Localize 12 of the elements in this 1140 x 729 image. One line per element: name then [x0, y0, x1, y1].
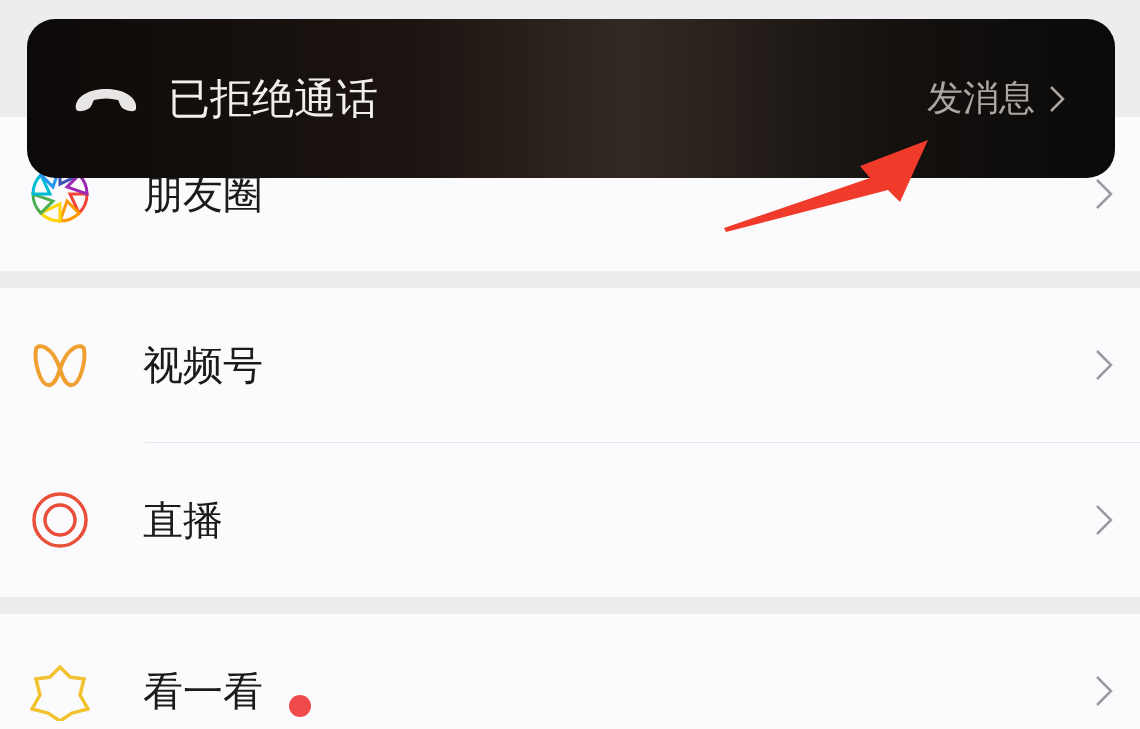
menu-item-label: 直播 [143, 495, 223, 545]
menu-item-label: 视频号 [143, 340, 263, 390]
menu-item-label: 看一看 [143, 666, 263, 716]
chevron-right-icon [1094, 177, 1114, 211]
target-icon [30, 490, 90, 550]
chevron-right-icon [1094, 674, 1114, 708]
chevron-right-icon [1094, 503, 1114, 537]
menu-item[interactable]: 直播 [0, 443, 1140, 597]
chevron-right-icon [1049, 84, 1065, 113]
chevron-right-icon [1094, 348, 1114, 382]
menu-item[interactable]: 视频号 [0, 288, 1140, 442]
menu-item[interactable]: 看一看 [0, 614, 1140, 729]
